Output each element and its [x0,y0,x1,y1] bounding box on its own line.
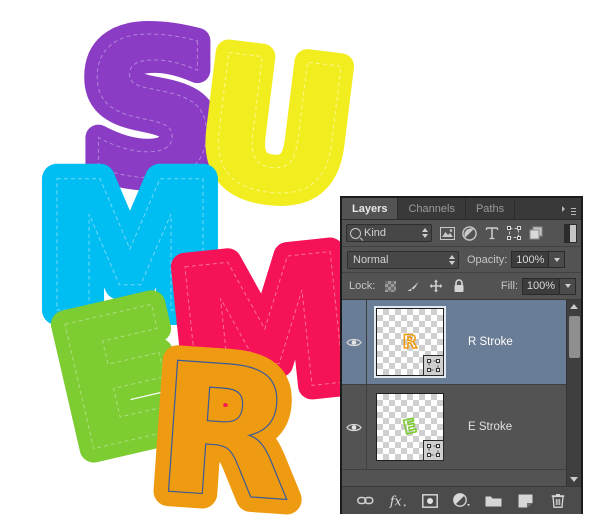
pixel-layer-filter-icon[interactable] [440,226,455,241]
tab-paths[interactable]: Paths [465,198,516,219]
checker-glyph [384,280,396,292]
filter-kind-stepper[interactable] [421,228,428,238]
type-layer-filter-icon[interactable] [484,226,499,241]
scroll-up-button[interactable] [567,300,581,313]
layer-list[interactable]: R R Stroke E E Stroke [342,300,581,486]
chevron-up-icon [448,254,455,259]
layer-thumbnail[interactable]: E [376,393,444,461]
new-fill-adjustment-button[interactable] [452,492,471,510]
chevron-up-icon [421,228,428,232]
layer-thumbnail-letter: R [402,330,418,354]
triangle-down-icon [570,477,578,482]
layer-thumbnail[interactable]: R [374,306,446,378]
letter-r-orange: R R [134,309,317,520]
fill-label: Fill: [500,280,518,292]
chevron-down-icon [448,260,455,265]
lock-position-icon[interactable] [429,279,443,293]
layer-thumbnail-letter: E [400,414,419,440]
eye-icon [346,423,362,431]
panel-menu-icon[interactable] [562,203,576,214]
lock-icons [383,279,466,293]
filter-enable-toggle[interactable] [564,223,577,243]
smart-object-filter-icon[interactable] [528,226,543,241]
svg-text:fx: fx [389,493,402,508]
tab-layers[interactable]: Layers [342,198,399,219]
panel-tab-bar: Layers Channels Paths [342,198,581,220]
blend-mode-stepper[interactable] [448,254,455,265]
svg-text:R: R [149,324,302,520]
panel-menu-triangle [562,205,568,212]
new-group-button[interactable] [485,492,503,510]
opacity-dropdown-arrow[interactable] [549,251,566,268]
vector-mask-badge[interactable] [423,355,444,376]
shape-layer-filter-icon[interactable] [506,226,521,241]
lock-all-icon[interactable] [452,279,466,293]
lock-row: Lock: Fill: 100% [342,273,581,300]
table-row[interactable]: R R Stroke [342,300,581,385]
chevron-down-icon [421,234,428,238]
magnifier-icon [350,227,361,239]
panel-menu-lines [571,208,576,209]
lock-label: Lock: [349,280,376,292]
blend-mode-value: Normal [353,253,389,266]
filter-type-icons [440,225,543,241]
tab-channels[interactable]: Channels [398,198,466,219]
layer-visibility-toggle[interactable] [342,300,367,384]
triangle-up-icon [570,304,578,309]
layers-panel[interactable]: Layers Channels Paths Kind Normal Opacit… [340,196,583,514]
scrollbar-thumb[interactable] [569,316,580,358]
opacity-input[interactable]: 100% [511,251,550,268]
fill-input[interactable]: 100% [522,277,560,295]
opacity-label: Opacity: [467,253,508,266]
new-layer-button[interactable] [517,492,535,510]
layer-name[interactable]: E Stroke [468,421,512,433]
blend-mode-select[interactable]: Normal [347,250,459,269]
delete-layer-button[interactable] [549,492,567,510]
blend-mode-row: Normal Opacity: 100% [342,247,581,273]
vector-mask-badge[interactable] [423,440,444,461]
layer-style-fx-button[interactable]: fx [389,492,407,510]
scroll-down-button[interactable] [567,473,581,486]
lock-transparent-pixels-icon[interactable] [383,279,397,293]
adjustment-layer-filter-icon[interactable] [462,225,477,241]
layer-filter-row: Kind [342,220,581,247]
layers-vertical-scrollbar[interactable] [566,300,581,486]
chevron-down-icon [564,284,571,288]
table-row[interactable]: E E Stroke [342,385,581,470]
layer-visibility-toggle[interactable] [342,385,367,469]
layers-bottom-toolbar: fx [342,486,581,514]
filter-kind-select[interactable]: Kind [346,224,432,242]
layer-name[interactable]: R Stroke [468,336,513,348]
eye-icon [346,338,362,346]
lock-image-pixels-icon[interactable] [406,279,420,293]
fill-dropdown-arrow[interactable] [560,277,576,295]
chevron-down-icon [553,257,560,262]
add-layer-mask-button[interactable] [421,492,439,510]
link-layers-button[interactable] [357,492,375,510]
filter-kind-label: Kind [364,227,387,239]
